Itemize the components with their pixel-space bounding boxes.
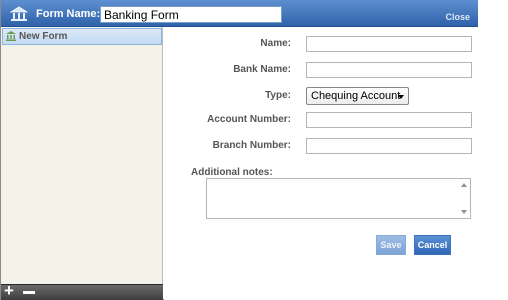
form-name-input[interactable]	[100, 6, 282, 23]
bank-icon	[10, 6, 28, 21]
cancel-button[interactable]: Cancel	[414, 235, 451, 255]
notes-scrollbar[interactable]	[458, 179, 470, 218]
type-selected-value: Chequing Account	[311, 90, 401, 102]
form-name-label: Form Name:	[36, 8, 101, 20]
notes-label: Additional notes:	[191, 167, 273, 178]
type-select[interactable]: Chequing Account	[306, 87, 409, 105]
title-bar: Form Name: Close	[1, 0, 478, 27]
form-panel: Name: Bank Name: Type: Chequing Account …	[164, 27, 477, 300]
chevron-down-icon	[398, 95, 404, 99]
account-number-label: Account Number:	[207, 114, 291, 125]
branch-number-label: Branch Number:	[212, 140, 291, 151]
sidebar-item-new-form[interactable]: New Form	[2, 28, 162, 45]
branch-number-field[interactable]	[306, 138, 472, 154]
sidebar-toolbar: +	[1, 282, 163, 300]
bank-name-label: Bank Name:	[233, 64, 291, 75]
form-editor-window: Form Name: Close New Form + Name: Bank N…	[0, 0, 478, 300]
close-button[interactable]: Close	[445, 12, 470, 22]
notes-textarea[interactable]	[206, 178, 471, 219]
bank-icon	[6, 31, 16, 41]
name-field[interactable]	[306, 36, 472, 52]
sidebar-item-label: New Form	[19, 31, 68, 42]
scroll-down-icon[interactable]	[461, 210, 467, 214]
account-number-field[interactable]	[306, 112, 472, 128]
name-label: Name:	[260, 38, 291, 49]
scroll-up-icon[interactable]	[461, 183, 467, 187]
sidebar: New Form +	[1, 27, 163, 300]
type-label: Type:	[265, 90, 291, 101]
plus-icon[interactable]: +	[4, 282, 14, 300]
bank-name-field[interactable]	[306, 62, 472, 78]
minus-icon[interactable]	[23, 291, 35, 294]
save-button[interactable]: Save	[376, 235, 406, 255]
